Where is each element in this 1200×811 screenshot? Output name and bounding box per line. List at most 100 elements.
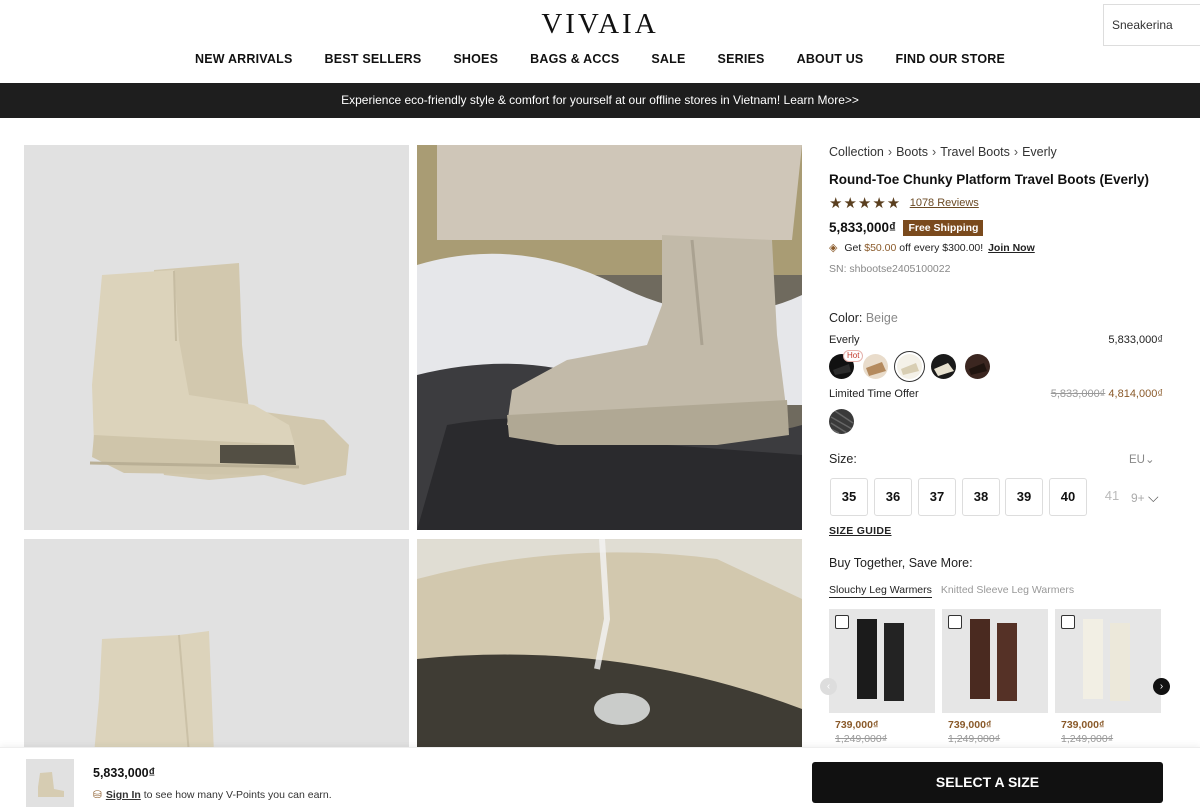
nav-best-sellers[interactable]: BEST SELLERS	[325, 52, 422, 66]
bundle-item[interactable]: 739,000₫ 1,249,000₫	[1055, 609, 1161, 754]
nav-sale[interactable]: SALE	[651, 52, 685, 66]
nav-about-us[interactable]: ABOUT US	[797, 52, 864, 66]
swatch-black-cream[interactable]	[931, 354, 956, 379]
sku-number: SN: shbootse2405100022	[829, 263, 951, 275]
bundle-old-price: 1,249,000₫	[1061, 733, 1114, 745]
variant-price: 5,833,000₫	[1108, 334, 1163, 346]
promo-banner[interactable]: Experience eco-friendly style & comfort …	[0, 83, 1200, 118]
search-input[interactable]: Sneakerina	[1103, 4, 1200, 46]
free-shipping-badge: Free Shipping	[903, 220, 984, 236]
chevron-down-icon: ⌄	[1144, 454, 1155, 466]
bundle-price: 739,000₫	[1061, 719, 1105, 731]
bundle-old-price: 1,249,000₫	[835, 733, 888, 745]
size-option-35[interactable]: 35	[830, 478, 868, 516]
color-label: Color: Beige	[829, 311, 898, 325]
size-label: Size:	[829, 452, 857, 466]
swatch-tan[interactable]	[863, 354, 888, 379]
color-label-text: Color:	[829, 311, 863, 325]
product-price: 5,833,000₫	[829, 220, 896, 235]
offer-price: 4,814,000₫	[1108, 388, 1163, 400]
breadcrumb-travel-boots[interactable]: Travel Boots	[940, 145, 1010, 159]
bundle-checkbox[interactable]	[948, 615, 962, 629]
bundle-item-image	[942, 609, 1048, 713]
product-image-waterproof[interactable]	[417, 539, 802, 754]
sticky-purchase-bar: 5,833,000₫ ⛁ Sign In to see how many V-Po…	[0, 747, 1200, 811]
chevron-right-icon: ›	[1013, 145, 1019, 159]
breadcrumb-collection[interactable]: Collection	[829, 145, 884, 159]
promo-prefix: Get	[844, 242, 862, 254]
buy-together-title: Buy Together, Save More:	[829, 556, 973, 570]
limited-offer-row: Limited Time Offer 5,833,000₫ 4,814,000₫	[829, 388, 1163, 400]
nav-find-our-store[interactable]: FIND OUR STORE	[895, 52, 1005, 66]
diamond-icon: ◈	[829, 242, 838, 254]
sign-in-link[interactable]: Sign In	[106, 789, 141, 801]
promo-text: off every $300.00!	[899, 242, 984, 254]
star-rating-icon: ★★★★★	[829, 195, 902, 212]
carousel-next-icon[interactable]: ›	[1153, 678, 1170, 695]
join-now-link[interactable]: Join Now	[988, 242, 1035, 254]
carousel-prev-icon[interactable]: ‹	[820, 678, 837, 695]
nav-shoes[interactable]: SHOES	[453, 52, 498, 66]
nav-new-arrivals[interactable]: NEW ARRIVALS	[195, 52, 293, 66]
bundle-item[interactable]: 739,000₫ 1,249,000₫	[942, 609, 1048, 754]
offer-label: Limited Time Offer	[829, 388, 919, 400]
size-option-39[interactable]: 39	[1005, 478, 1043, 516]
nav-series[interactable]: SERIES	[718, 52, 765, 66]
chevron-right-icon: ›	[932, 145, 937, 159]
bundle-item[interactable]: 739,000₫ 1,249,000₫	[829, 609, 935, 754]
size-option-40[interactable]: 40	[1049, 478, 1087, 516]
vivaia-logo[interactable]: VIVAIA	[0, 8, 1200, 41]
product-image-side[interactable]	[24, 539, 409, 754]
promo-amount: $50.00	[864, 242, 897, 254]
product-image-lifestyle[interactable]	[417, 145, 802, 530]
size-option-36[interactable]: 36	[874, 478, 912, 516]
main-nav: NEW ARRIVALS BEST SELLERS SHOES BAGS & A…	[0, 52, 1200, 66]
vpoints-text: to see how many V-Points you can earn.	[143, 789, 332, 801]
nav-bags-accs[interactable]: BAGS & ACCS	[530, 52, 619, 66]
reviews-link[interactable]: 1078 Reviews	[910, 197, 979, 209]
chevron-right-icon: ›	[887, 145, 893, 159]
more-sizes-label: 9+	[1131, 491, 1145, 505]
size-option-41[interactable]: 41	[1093, 478, 1131, 516]
tab-slouchy-leg-warmers[interactable]: Slouchy Leg Warmers	[829, 584, 932, 598]
size-selector: 35 36 37 38 39 40 41 9+ ⌵	[829, 478, 1169, 518]
bundle-price: 739,000₫	[835, 719, 879, 731]
color-value: Beige	[865, 311, 898, 325]
sticky-price: 5,833,000₫	[93, 766, 156, 780]
product-info-panel: Collection › Boots › Travel Boots › Everly Rou…	[820, 145, 1170, 745]
swatch-grey-pattern[interactable]	[829, 409, 854, 434]
chevron-down-icon: ⌵	[1148, 489, 1159, 505]
size-option-37[interactable]: 37	[918, 478, 956, 516]
more-sizes-button[interactable]: 9+ ⌵	[1131, 478, 1159, 516]
promo-row: ◈ Get $50.00 off every $300.00! Join Now	[829, 241, 1035, 254]
size-unit-dropdown[interactable]: EU⌄	[1129, 452, 1155, 466]
coins-icon: ⛁	[93, 789, 102, 801]
buy-together-carousel: 739,000₫ 1,249,000₫ 739,000₫ 1,249,000₫ …	[820, 609, 1170, 754]
size-guide-link[interactable]: SIZE GUIDE	[829, 525, 892, 537]
breadcrumb: Collection › Boots › Travel Boots › Everly	[829, 145, 1164, 159]
size-unit-value: EU	[1129, 454, 1145, 466]
bundle-checkbox[interactable]	[835, 615, 849, 629]
swatch-beige[interactable]	[897, 354, 922, 379]
product-image-pair[interactable]	[24, 145, 409, 530]
variant-name: Everly	[829, 334, 860, 346]
breadcrumb-everly[interactable]: Everly	[1022, 145, 1057, 159]
tab-knitted-sleeve-leg-warmers[interactable]: Knitted Sleeve Leg Warmers	[941, 584, 1074, 596]
sticky-product-thumbnail	[26, 759, 74, 807]
hot-badge: Hot	[843, 350, 864, 362]
swatch-dark-brown[interactable]	[965, 354, 990, 379]
offer-old-price: 5,833,000₫	[1050, 388, 1106, 400]
breadcrumb-boots[interactable]: Boots	[896, 145, 928, 159]
offer-prices: 5,833,000₫ 4,814,000₫	[1051, 388, 1163, 400]
vpoints-note: ⛁ Sign In to see how many V-Points you ca…	[93, 789, 332, 801]
select-size-button[interactable]: SELECT A SIZE	[812, 762, 1163, 803]
everly-variant-row: Everly 5,833,000₫	[829, 334, 1163, 346]
bundle-old-price: 1,249,000₫	[948, 733, 1001, 745]
price-row: 5,833,000₫ Free Shipping	[829, 219, 984, 237]
product-title: Round-Toe Chunky Platform Travel Boots (…	[829, 172, 1150, 187]
bundle-item-image	[1055, 609, 1161, 713]
bundle-checkbox[interactable]	[1061, 615, 1075, 629]
site-header: VIVAIA Sneakerina NEW ARRIVALS BEST SELL…	[0, 0, 1200, 83]
bundle-item-image	[829, 609, 935, 713]
size-option-38[interactable]: 38	[962, 478, 1000, 516]
